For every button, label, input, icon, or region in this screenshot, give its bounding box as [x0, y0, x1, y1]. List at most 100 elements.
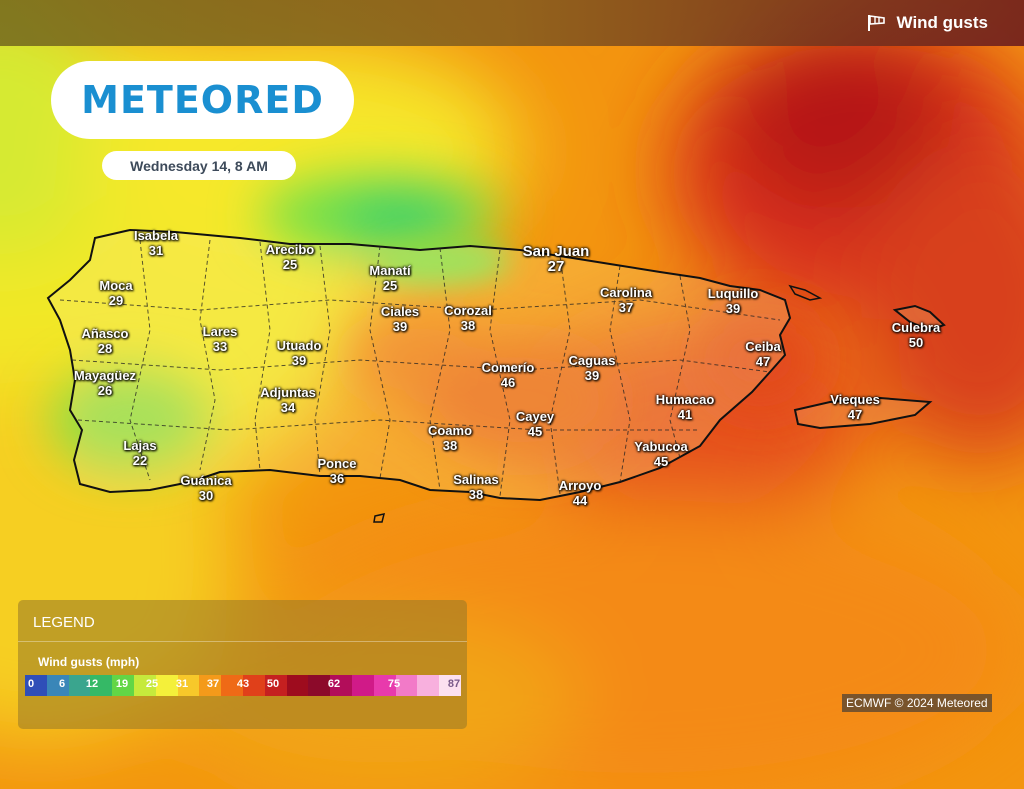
city-gust-value: 47 — [847, 407, 863, 422]
city-label[interactable]: Humacao 41 — [656, 392, 715, 422]
city-name: Coamo — [427, 423, 473, 438]
city-name: Utuado — [276, 338, 322, 353]
city-name: Humacao — [655, 392, 715, 407]
city-label[interactable]: Manatí 25 — [369, 263, 410, 293]
city-label[interactable]: Ponce 36 — [317, 456, 356, 486]
city-label[interactable]: Isabela 31 — [134, 228, 178, 258]
city-gust-value: 26 — [97, 383, 113, 398]
color-scale-tick-label: 19 — [115, 678, 129, 690]
city-label[interactable]: Arecibo 25 — [266, 242, 314, 272]
color-scale-segment — [46, 675, 69, 696]
city-label[interactable]: Arroyo 44 — [559, 478, 602, 508]
city-gust-value: 36 — [329, 471, 345, 486]
city-label[interactable]: Vieques 47 — [830, 392, 880, 422]
city-label[interactable]: Caguas 39 — [569, 353, 616, 383]
city-gust-value: 45 — [527, 424, 543, 439]
city-gust-value: 37 — [618, 300, 634, 315]
city-gust-value: 33 — [212, 339, 228, 354]
city-name: Arecibo — [265, 242, 315, 257]
city-name: Añasco — [81, 326, 129, 341]
city-label[interactable]: Comerío 46 — [482, 360, 535, 390]
city-label[interactable]: Culebra 50 — [892, 320, 940, 350]
city-name: Lares — [202, 324, 238, 339]
city-gust-value: 50 — [908, 335, 924, 350]
city-gust-value: 27 — [547, 258, 565, 275]
city-name: Vieques — [830, 392, 880, 407]
logo[interactable]: METEORED — [51, 61, 354, 139]
color-scale-tick-label: 75 — [387, 678, 401, 690]
city-gust-value: 25 — [282, 257, 298, 272]
city-label[interactable]: Salinas 38 — [453, 472, 499, 502]
city-name: Ciales — [380, 304, 420, 319]
city-label[interactable]: Añasco 28 — [82, 326, 129, 356]
city-gust-value: 39 — [291, 353, 307, 368]
city-label[interactable]: San Juan 27 — [523, 244, 590, 274]
city-gust-value: 38 — [468, 487, 484, 502]
color-scale-tick-label: 50 — [266, 678, 280, 690]
city-gust-value: 45 — [653, 454, 669, 469]
city-gust-value: 22 — [132, 453, 148, 468]
city-label[interactable]: Guánica 30 — [180, 473, 231, 503]
city-name: Luquillo — [707, 286, 759, 301]
city-gust-value: 38 — [460, 318, 476, 333]
city-gust-value: 39 — [392, 319, 408, 334]
color-scale-segment — [155, 675, 178, 696]
color-scale-tick-label: 37 — [206, 678, 220, 690]
color-scale-tick-label: 43 — [236, 678, 250, 690]
legend-subtitle: Wind gusts (mph) — [38, 655, 140, 669]
city-gust-value: 31 — [148, 243, 164, 258]
city-name: Guánica — [180, 473, 232, 488]
color-scale-segment — [417, 675, 440, 696]
city-name: Arroyo — [558, 478, 602, 493]
layer-title[interactable]: Wind gusts — [867, 13, 988, 33]
city-label[interactable]: Lajas 22 — [123, 438, 156, 468]
legend-title: LEGEND — [33, 614, 95, 631]
city-name: Culebra — [891, 320, 941, 335]
city-name: Ponce — [317, 456, 357, 471]
city-gust-value: 41 — [677, 407, 693, 422]
city-label[interactable]: Coamo 38 — [428, 423, 472, 453]
layer-title-label: Wind gusts — [896, 13, 988, 32]
city-label[interactable]: Yabucoa 45 — [634, 439, 687, 469]
city-gust-value: 25 — [382, 278, 398, 293]
city-gust-value: 30 — [198, 488, 214, 503]
city-gust-value: 39 — [725, 301, 741, 316]
date-label[interactable]: Wednesday 14, 8 AM — [102, 151, 296, 180]
city-gust-value: 29 — [108, 293, 124, 308]
city-gust-value: 47 — [755, 354, 771, 369]
city-name: Mayagüez — [73, 368, 137, 383]
color-scale-tick-label: 12 — [85, 678, 99, 690]
city-label[interactable]: Mayagüez 26 — [74, 368, 136, 398]
city-label[interactable]: Moca 29 — [99, 278, 132, 308]
color-scale-tick-label: 25 — [145, 678, 159, 690]
city-gust-value: 44 — [572, 493, 588, 508]
city-label[interactable]: Lares 33 — [203, 324, 238, 354]
color-scale-segment — [351, 675, 374, 696]
city-label[interactable]: Carolina 37 — [600, 285, 652, 315]
city-gust-value: 38 — [442, 438, 458, 453]
color-scale-tick-label: 62 — [327, 678, 341, 690]
city-label[interactable]: Cayey 45 — [516, 409, 554, 439]
credit-text: ECMWF © 2024 Meteored — [842, 694, 992, 712]
color-scale-tick-label: 6 — [58, 678, 66, 690]
city-label[interactable]: Luquillo 39 — [708, 286, 759, 316]
city-label[interactable]: Utuado 39 — [277, 338, 322, 368]
city-name: Comerío — [481, 360, 535, 375]
city-name: Lajas — [123, 438, 157, 453]
city-name: Carolina — [599, 285, 653, 300]
city-label[interactable]: Ciales 39 — [381, 304, 419, 334]
color-scale-segment — [308, 675, 331, 696]
color-scale-tick-label: 87 — [447, 678, 461, 690]
color-scale-segment — [286, 675, 309, 696]
city-gust-value: 39 — [584, 368, 600, 383]
city-name: Cayey — [515, 409, 555, 424]
city-label[interactable]: Adjuntas 34 — [260, 385, 316, 415]
city-name: Salinas — [453, 472, 499, 487]
city-name: Yabucoa — [634, 439, 688, 454]
city-name: Corozal — [444, 303, 492, 318]
city-name: Adjuntas — [260, 385, 316, 400]
city-label[interactable]: Corozal 38 — [444, 303, 492, 333]
city-name: Manatí — [369, 263, 411, 278]
city-label[interactable]: Ceiba 47 — [745, 339, 780, 369]
windsock-icon — [867, 15, 885, 31]
